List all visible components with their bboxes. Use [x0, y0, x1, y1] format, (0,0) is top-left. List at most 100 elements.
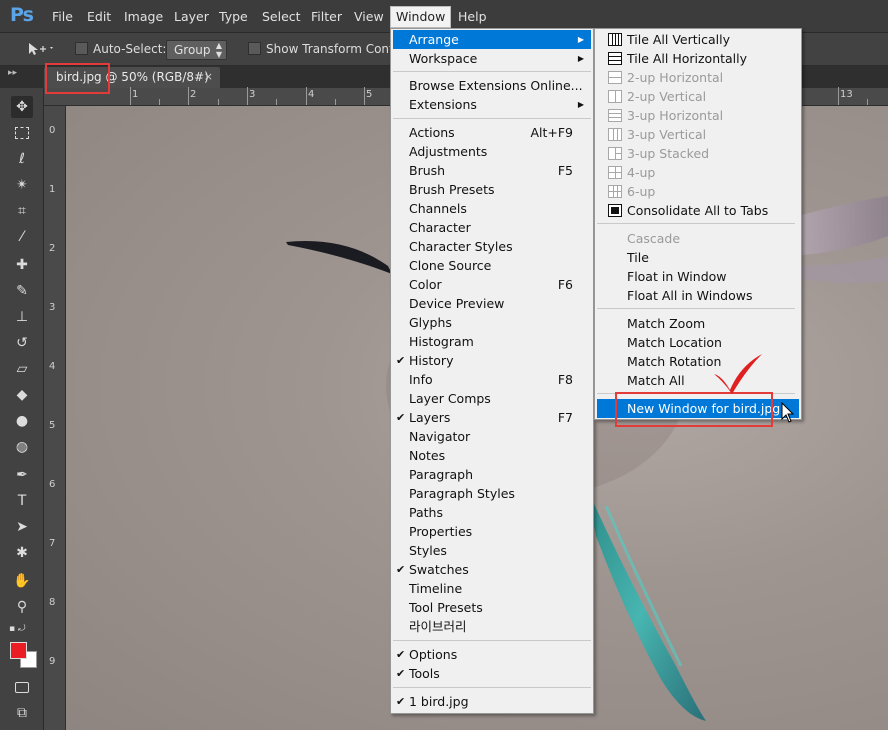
brush-tool-icon[interactable]: ✎ — [11, 280, 33, 302]
hand-tool-icon[interactable]: ✋ — [11, 570, 33, 592]
vertical-ruler: 0 1 2 3 4 5 6 7 8 9 — [44, 106, 66, 730]
shape-tool-icon[interactable]: ✱ — [11, 542, 33, 564]
menu-item-extensions[interactable]: Extensions ▶ — [393, 95, 591, 114]
type-tool-icon[interactable]: T — [11, 490, 33, 512]
tile-vertical-icon — [608, 33, 622, 46]
menu-item-character[interactable]: Character — [393, 218, 591, 237]
menu-image[interactable]: Image — [124, 9, 163, 25]
menu-item-swatches[interactable]: ✔ Swatches — [393, 560, 591, 579]
menu-item-paths[interactable]: Paths — [393, 503, 591, 522]
menu-item-actions[interactable]: Actions Alt+F9 — [393, 123, 591, 142]
menu-edit[interactable]: Edit — [87, 9, 111, 25]
menu-item-info[interactable]: Info F8 — [393, 370, 591, 389]
menu-item-tile-all-horizontally[interactable]: Tile All Horizontally — [597, 49, 799, 68]
marquee-tool-icon[interactable] — [11, 122, 33, 144]
menu-item-match-rotation[interactable]: Match Rotation — [597, 352, 799, 371]
auto-select-value: Group — [174, 43, 211, 57]
menu-file[interactable]: File — [52, 9, 73, 25]
menu-item-workspace[interactable]: Workspace ▶ — [393, 49, 591, 68]
menu-item-paragraph-styles[interactable]: Paragraph Styles — [393, 484, 591, 503]
close-tab-icon[interactable]: × — [204, 70, 213, 83]
menu-item-layer-comps[interactable]: Layer Comps — [393, 389, 591, 408]
crop-tool-icon[interactable]: ⌗ — [11, 200, 33, 222]
menu-item-color[interactable]: Color F6 — [393, 275, 591, 294]
lasso-tool-icon[interactable]: ℓ — [11, 148, 33, 170]
menu-item-channels[interactable]: Channels — [393, 199, 591, 218]
menu-item-brush[interactable]: Brush F5 — [393, 161, 591, 180]
menu-item-float-in-window[interactable]: Float in Window — [597, 267, 799, 286]
history-brush-tool-icon[interactable]: ↺ — [11, 332, 33, 354]
menu-help[interactable]: Help — [458, 9, 487, 25]
move-tool-icon[interactable] — [26, 41, 54, 57]
auto-select-checkbox[interactable] — [75, 42, 88, 55]
menu-item-options[interactable]: ✔ Options — [393, 645, 591, 664]
menu-item-clone-source[interactable]: Clone Source — [393, 256, 591, 275]
dropdown-arrows-icon: ▲ ▼ — [215, 41, 222, 59]
checkmark-icon: ✔ — [396, 411, 406, 424]
menu-item-paragraph[interactable]: Paragraph — [393, 465, 591, 484]
menu-item-properties[interactable]: Properties — [393, 522, 591, 541]
menu-item-layers[interactable]: ✔ Layers F7 — [393, 408, 591, 427]
menu-item-6up: 6-up — [597, 182, 799, 201]
move-tool-icon[interactable]: ✥ — [11, 96, 33, 118]
foreground-color-swatch[interactable] — [10, 642, 27, 659]
menu-item-match-location[interactable]: Match Location — [597, 333, 799, 352]
menu-item-browse-extensions[interactable]: Browse Extensions Online... — [393, 76, 591, 95]
menu-item-styles[interactable]: Styles — [393, 541, 591, 560]
magic-wand-tool-icon[interactable]: ✴ — [11, 174, 33, 196]
ruler-number: 2 — [49, 243, 56, 254]
menu-item-2up-horizontal: 2-up Horizontal — [597, 68, 799, 87]
menu-window[interactable]: Window — [390, 6, 452, 28]
menu-item-tools[interactable]: ✔ Tools — [393, 664, 591, 683]
menu-item-timeline[interactable]: Timeline — [393, 579, 591, 598]
photoshop-logo: Ps — [10, 4, 34, 26]
show-transform-checkbox[interactable] — [248, 42, 261, 55]
menu-item-match-zoom[interactable]: Match Zoom — [597, 314, 799, 333]
default-colors-icon[interactable]: ▪ ⤾ — [9, 624, 25, 634]
menu-item-float-all-in-windows[interactable]: Float All in Windows — [597, 286, 799, 305]
menu-view[interactable]: View — [354, 9, 384, 25]
menu-select[interactable]: Select — [262, 9, 301, 25]
ruler-number: 3 — [49, 302, 56, 313]
screen-mode-icon[interactable]: ⧉ — [11, 702, 33, 724]
menu-item-open-document[interactable]: ✔ 1 bird.jpg — [393, 692, 591, 711]
menu-item-history[interactable]: ✔ History — [393, 351, 591, 370]
healing-brush-tool-icon[interactable]: ✚ — [11, 254, 33, 276]
quick-mask-icon[interactable] — [11, 676, 33, 698]
blur-tool-icon[interactable]: ● — [11, 410, 33, 432]
menu-item-tile-all-vertically[interactable]: Tile All Vertically — [597, 30, 799, 49]
menu-item-adjustments[interactable]: Adjustments — [393, 142, 591, 161]
menu-layer[interactable]: Layer — [174, 9, 209, 25]
menu-item-libraries[interactable]: 라이브러리 — [393, 617, 591, 636]
eyedropper-tool-icon[interactable]: ⁄ — [11, 226, 33, 248]
menu-item-4up: 4-up — [597, 163, 799, 182]
menu-item-3up-horizontal: 3-up Horizontal — [597, 106, 799, 125]
clone-stamp-tool-icon[interactable]: ⊥ — [11, 306, 33, 328]
menu-item-consolidate-all-to-tabs[interactable]: Consolidate All to Tabs — [597, 201, 799, 220]
paint-bucket-tool-icon[interactable]: ◆ — [11, 384, 33, 406]
menu-item-tool-presets[interactable]: Tool Presets — [393, 598, 591, 617]
arrange-submenu: Tile All Vertically Tile All Horizontall… — [594, 28, 802, 420]
auto-select-dropdown[interactable]: Group ▲ ▼ — [166, 40, 227, 60]
ruler-number: 0 — [49, 125, 56, 136]
pen-tool-icon[interactable]: ✒ — [11, 464, 33, 486]
menu-item-match-all[interactable]: Match All — [597, 371, 799, 390]
menu-item-brush-presets[interactable]: Brush Presets — [393, 180, 591, 199]
zoom-tool-icon[interactable]: ⚲ — [11, 596, 33, 618]
menu-item-device-preview[interactable]: Device Preview — [393, 294, 591, 313]
eraser-tool-icon[interactable]: ▱ — [11, 358, 33, 380]
menu-filter[interactable]: Filter — [311, 9, 342, 25]
menu-item-histogram[interactable]: Histogram — [393, 332, 591, 351]
menu-item-glyphs[interactable]: Glyphs — [393, 313, 591, 332]
menu-item-navigator[interactable]: Navigator — [393, 427, 591, 446]
path-selection-tool-icon[interactable]: ➤ — [11, 516, 33, 538]
menu-type[interactable]: Type — [219, 9, 248, 25]
menu-item-arrange[interactable]: Arrange ▶ — [393, 30, 591, 49]
menu-item-tile[interactable]: Tile — [597, 248, 799, 267]
submenu-arrow-icon: ▶ — [577, 54, 584, 63]
menu-item-notes[interactable]: Notes — [393, 446, 591, 465]
ruler-number: 7 — [49, 538, 56, 549]
collapse-panels-icon[interactable]: ▸▸ — [8, 68, 17, 78]
dodge-tool-icon[interactable]: ◍ — [11, 436, 33, 458]
menu-item-character-styles[interactable]: Character Styles — [393, 237, 591, 256]
